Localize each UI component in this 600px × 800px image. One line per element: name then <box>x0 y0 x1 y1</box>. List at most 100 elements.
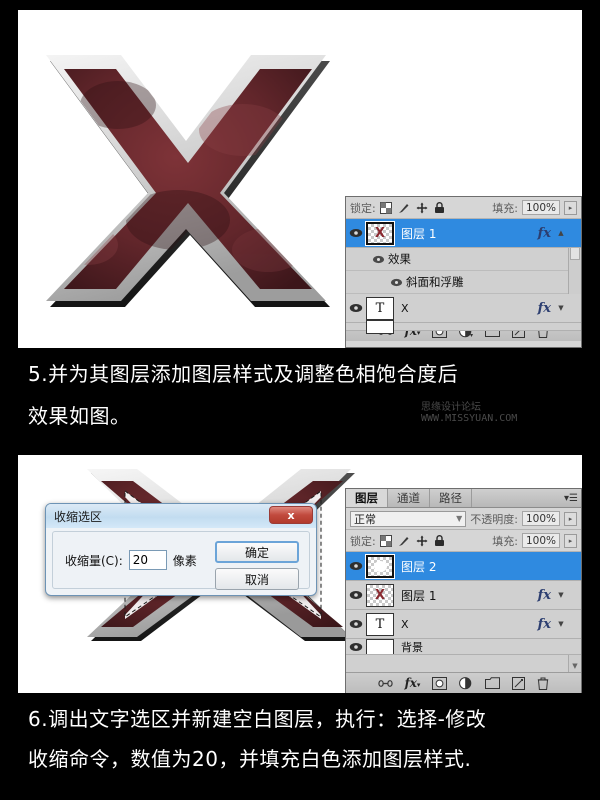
scroll-down-icon[interactable]: ▼ <box>569 660 581 672</box>
contract-amount-label: 收缩量(C): <box>65 553 123 568</box>
caption-line: 收缩命令，数值为20，并填充白色添加图层样式. <box>28 747 472 771</box>
lock-image-pixels-icon[interactable] <box>398 202 410 214</box>
folder-icon[interactable] <box>485 677 501 689</box>
layer-thumbnail[interactable] <box>365 553 395 579</box>
screenshot-section-top: 锁定: 填充: 100% ▸ ▲ ▼ <box>18 10 582 348</box>
tutorial-page: 锁定: 填充: 100% ▸ ▲ ▼ <box>0 0 600 800</box>
panel-tabs[interactable]: 图层 通道 路径 ▾☰ <box>346 489 581 508</box>
layer-name: X <box>401 617 409 631</box>
blend-mode-select[interactable]: 正常 ▼ <box>350 510 467 527</box>
chevron-down-icon[interactable]: ▼ <box>456 514 462 523</box>
layer-list-top[interactable]: ▲ ▼ X 图层 1 fx ▲ <box>346 219 581 334</box>
opacity-stepper-icon[interactable]: ▸ <box>564 511 577 526</box>
layers-panel-top[interactable]: 锁定: 填充: 100% ▸ ▲ ▼ <box>345 196 582 348</box>
lock-icon-group[interactable] <box>379 201 445 214</box>
lock-all-icon[interactable] <box>434 534 445 547</box>
eye-icon[interactable] <box>346 619 366 629</box>
mask-icon[interactable] <box>432 676 448 690</box>
layers-panel-footer[interactable]: fx▾ <box>346 672 581 693</box>
layer-name: 图层 1 <box>401 588 437 603</box>
fx-icon[interactable]: fx▾ <box>405 676 421 690</box>
eye-icon[interactable] <box>346 303 366 313</box>
fill-label: 填充: <box>492 534 518 548</box>
layer-effect-item[interactable]: 斜面和浮雕 <box>346 271 581 294</box>
blend-mode-value: 正常 <box>354 512 376 526</box>
unit-label: 像素 <box>172 553 197 568</box>
chevron-down-icon[interactable]: ▼ <box>555 591 567 599</box>
fx-badge-icon[interactable]: fx <box>538 588 555 603</box>
caption-line: 5.并为其图层添加图层样式及调整色相饱合度后 <box>28 362 459 386</box>
layer-name: 背景 <box>401 640 423 654</box>
adjustment-icon[interactable] <box>459 676 473 690</box>
eye-icon[interactable] <box>346 642 366 652</box>
caption-step-5: 5.并为其图层添加图层样式及调整色相饱合度后 效果如图。 思缘设计论坛 WWW.… <box>18 350 582 453</box>
lock-icon-group[interactable] <box>379 534 445 547</box>
layer-row[interactable]: X 图层 1 fx ▲ <box>346 219 581 248</box>
lock-image-pixels-icon[interactable] <box>398 535 410 547</box>
lock-transparent-pixels-icon[interactable] <box>379 534 392 547</box>
fill-value[interactable]: 100% <box>522 200 560 215</box>
layer-row[interactable]: 背景 <box>346 639 581 655</box>
lock-label: 锁定: <box>350 201 376 215</box>
eye-icon[interactable] <box>346 590 366 600</box>
tab-paths[interactable]: 路径 <box>430 489 472 507</box>
lock-label: 锁定: <box>350 534 376 548</box>
trash-icon[interactable] <box>537 677 549 690</box>
lock-transparent-pixels-icon[interactable] <box>379 201 392 214</box>
contract-amount-field-group[interactable]: 收缩量(C): 20 像素 <box>65 550 197 570</box>
ok-button[interactable]: 确定 <box>215 541 299 563</box>
lock-position-icon[interactable] <box>416 202 428 214</box>
contract-selection-dialog[interactable]: 收缩选区 x 收缩量(C): 20 像素 确定 取消 <box>45 503 317 596</box>
lock-fill-row: 锁定: 填充: 100% ▸ <box>346 197 581 219</box>
layer-thumbnail[interactable]: X <box>365 220 395 246</box>
lock-fill-row: 锁定: 填充: 100% ▸ <box>346 530 581 552</box>
cancel-button[interactable]: 取消 <box>215 568 299 590</box>
link-icon[interactable] <box>377 678 393 689</box>
letter-x-artwork <box>46 55 330 307</box>
panel-menu-icon[interactable]: ▾☰ <box>561 489 581 507</box>
layer-thumbnail[interactable]: X <box>366 583 394 607</box>
eye-icon[interactable] <box>346 228 366 238</box>
layer-row-partial[interactable] <box>346 319 581 334</box>
fill-stepper-icon[interactable]: ▸ <box>564 533 577 548</box>
fx-badge-icon[interactable]: fx <box>538 226 555 241</box>
layer-row[interactable]: 图层 2 <box>346 552 581 581</box>
layer-list-bottom[interactable]: ▲ ▼ 图层 2 <box>346 552 581 672</box>
layer-effects-group[interactable]: 效果 <box>346 248 581 271</box>
layer-name: 图层 2 <box>401 559 437 574</box>
screenshot-section-bottom: 收缩选区 x 收缩量(C): 20 像素 确定 取消 图层 通道 路径 ▾☰ 正… <box>18 455 582 693</box>
chevron-up-icon[interactable]: ▲ <box>555 229 567 237</box>
layer-name: 图层 1 <box>401 226 437 241</box>
caption-step-6: 6.调出文字选区并新建空白图层，执行：选择-修改 收缩命令，数值为20，并填充白… <box>18 697 582 792</box>
lock-position-icon[interactable] <box>416 535 428 547</box>
layer-row[interactable]: X 图层 1 fx ▼ <box>346 581 581 610</box>
new-layer-icon[interactable] <box>512 676 526 690</box>
layer-thumbnail[interactable] <box>366 639 394 654</box>
layer-name: X <box>401 301 409 315</box>
opacity-value[interactable]: 100% <box>522 511 560 526</box>
chevron-down-icon[interactable]: ▼ <box>555 304 567 312</box>
eye-icon[interactable] <box>368 255 388 264</box>
svg-text:▾: ▾ <box>470 332 473 338</box>
tab-layers[interactable]: 图层 <box>346 489 388 507</box>
blend-opacity-row[interactable]: 正常 ▼ 不透明度: 100% ▸ <box>346 508 581 530</box>
contract-amount-input[interactable]: 20 <box>128 550 167 570</box>
layer-thumbnail[interactable]: T <box>366 296 394 320</box>
eye-icon[interactable] <box>386 278 406 287</box>
tab-channels[interactable]: 通道 <box>388 489 430 507</box>
chevron-down-icon[interactable]: ▼ <box>555 620 567 628</box>
eye-icon[interactable] <box>346 561 366 571</box>
dialog-title: 收缩选区 <box>54 509 103 524</box>
layers-panel-bottom[interactable]: 图层 通道 路径 ▾☰ 正常 ▼ 不透明度: 100% ▸ 锁定: 填充: 10… <box>345 488 582 693</box>
fill-stepper-icon[interactable]: ▸ <box>564 200 577 215</box>
close-icon[interactable]: x <box>269 506 313 524</box>
layer-thumbnail[interactable] <box>366 319 394 334</box>
lock-all-icon[interactable] <box>434 201 445 214</box>
layer-thumbnail[interactable]: T <box>366 612 394 636</box>
fill-value[interactable]: 100% <box>522 533 560 548</box>
layer-row[interactable]: T X fx ▼ <box>346 610 581 639</box>
caption-line: 效果如图。 <box>28 404 131 428</box>
fx-badge-icon[interactable]: fx <box>538 301 555 316</box>
dialog-titlebar: 收缩选区 x <box>46 504 316 528</box>
fx-badge-icon[interactable]: fx <box>538 617 555 632</box>
